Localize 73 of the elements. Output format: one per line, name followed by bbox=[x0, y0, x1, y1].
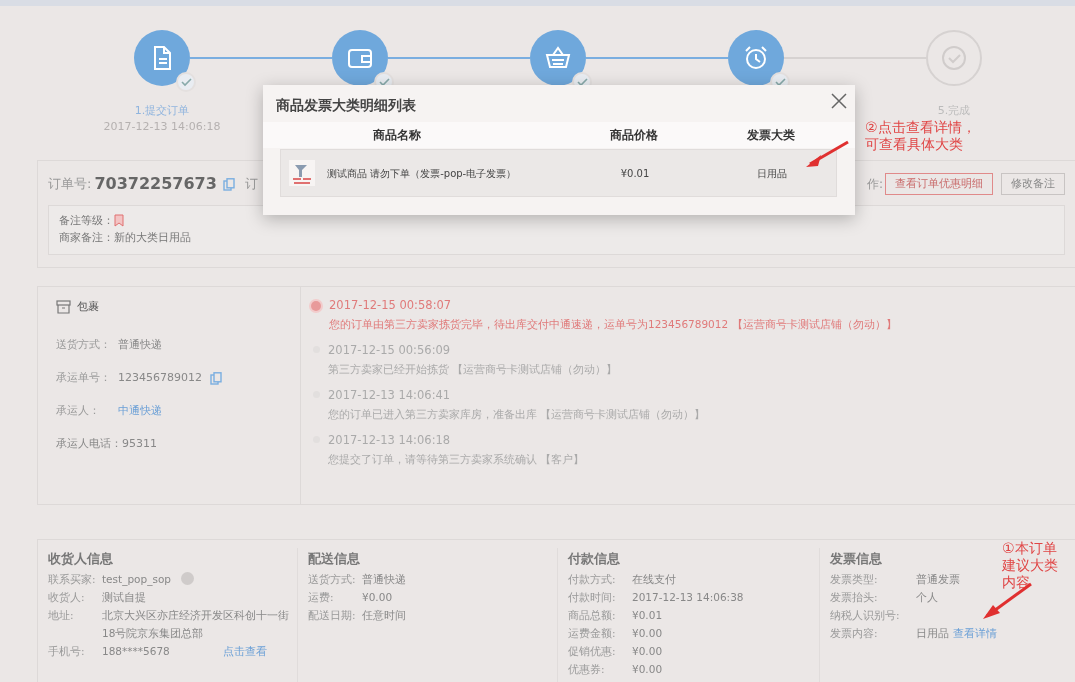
order-label: 订 bbox=[244, 175, 258, 194]
field-value: ¥0.00 bbox=[632, 644, 663, 659]
field-value: 普通发票 bbox=[916, 572, 960, 587]
field-label: 送货方式： bbox=[56, 337, 112, 354]
column-title: 商品价格 bbox=[610, 127, 658, 144]
section-title: 收货人信息 bbox=[48, 550, 113, 568]
carrier-phone: 承运人电话：95311 bbox=[56, 436, 157, 453]
field-value: 测试自提 bbox=[102, 590, 146, 605]
section-title: 付款信息 bbox=[568, 550, 620, 568]
step-label: 1.提交订单 bbox=[134, 104, 190, 118]
field-value: ¥0.01 bbox=[632, 608, 663, 623]
field-value: 普通快递 bbox=[362, 572, 406, 587]
section-title: 发票信息 bbox=[830, 550, 882, 568]
field-label: 付款方式: bbox=[568, 572, 617, 587]
field-value: 任意时间 bbox=[362, 608, 406, 623]
field-value: test_pop_sop bbox=[102, 572, 171, 588]
field-label: 发票抬头: bbox=[830, 590, 879, 605]
field-label: 配送日期: bbox=[308, 608, 357, 623]
column-title: 发票大类 bbox=[747, 127, 795, 144]
order-number-label: 订单号: bbox=[48, 175, 92, 194]
field-value: ¥0.00 bbox=[632, 662, 663, 677]
annotation-text: 可查看具体大类 bbox=[865, 136, 963, 153]
event-time: 2017-12-13 14:06:18 bbox=[328, 432, 452, 449]
address-line: 北京大兴区亦庄经济开发区科创十一街 bbox=[102, 608, 289, 623]
address-line: 18号院京东集团总部 bbox=[102, 626, 205, 641]
remark-level-label: 备注等级： bbox=[59, 213, 114, 228]
event-time: 2017-12-15 00:58:07 bbox=[329, 297, 453, 314]
event-text: 您的订单由第三方卖家拣货完毕，待出库交付中通速递，运单号为123456789012 【运营商号卡测试店铺（勿动）】 bbox=[329, 317, 897, 332]
view-link[interactable]: 查看详情 bbox=[953, 624, 997, 642]
field-label: 发票内容: bbox=[830, 626, 879, 641]
category-text: 日用品 bbox=[757, 166, 787, 181]
field-label: 手机号: bbox=[48, 644, 86, 659]
view-link[interactable]: 点击查看 bbox=[223, 642, 267, 660]
field-value: 123456789012 bbox=[118, 370, 202, 387]
product-name: 测试商品 请勿下单（发票-pop-电子发票） bbox=[327, 166, 517, 181]
column-title: 商品名称 bbox=[373, 127, 421, 144]
actions-label: 作: bbox=[866, 176, 883, 193]
field-label: 承运人： bbox=[56, 403, 101, 420]
field-label: 地址: bbox=[48, 608, 75, 623]
field-value: 普通快递 bbox=[118, 337, 162, 354]
order-number: 70372257673 bbox=[94, 173, 217, 195]
field-label: 付款时间: bbox=[568, 590, 617, 605]
field-label: 运费: bbox=[308, 590, 335, 605]
package-title: 包裹 bbox=[77, 298, 99, 315]
section-title: 配送信息 bbox=[308, 550, 360, 568]
field-label: 发票类型: bbox=[830, 572, 879, 587]
merchant-remark: 商家备注：新的大类日用品 bbox=[59, 230, 192, 245]
carrier-link[interactable]: 中通快递 bbox=[118, 403, 162, 420]
price-text: ¥0.01 bbox=[620, 166, 650, 181]
event-time: 2017-12-13 14:06:41 bbox=[328, 387, 452, 404]
action-button[interactable]: 修改备注 bbox=[1001, 173, 1065, 195]
annotation-text: 建议大类 bbox=[1002, 557, 1058, 574]
field-value: 在线支付 bbox=[632, 572, 676, 587]
field-label: 送货方式: bbox=[308, 572, 357, 587]
field-value: 日用品 bbox=[916, 626, 949, 641]
field-label: 联系买家: bbox=[48, 572, 97, 587]
action-button[interactable]: 查看订单优惠明细 bbox=[885, 173, 993, 195]
field-value: 2017-12-13 14:06:38 bbox=[632, 590, 744, 605]
field-label: 承运单号： bbox=[56, 370, 112, 387]
field-value: 个人 bbox=[916, 590, 938, 605]
annotation-text: ①本订单 bbox=[1002, 540, 1057, 557]
field-label: 收货人: bbox=[48, 590, 86, 605]
dialog-title: 商品发票大类明细列表 bbox=[276, 96, 416, 115]
event-time: 2017-12-15 00:56:09 bbox=[328, 342, 452, 359]
field-label: 纳税人识别号: bbox=[830, 608, 901, 623]
field-value: ¥0.00 bbox=[362, 590, 393, 605]
field-value: ¥0.00 bbox=[632, 626, 663, 641]
field-label: 运费金额: bbox=[568, 626, 617, 641]
field-label: 优惠券: bbox=[568, 662, 606, 677]
annotation-text: ②点击查看详情， bbox=[865, 119, 976, 136]
field-label: 商品总额: bbox=[568, 608, 617, 623]
field-label: 促销优惠: bbox=[568, 644, 617, 659]
field-value: 188****5678 bbox=[102, 644, 170, 659]
